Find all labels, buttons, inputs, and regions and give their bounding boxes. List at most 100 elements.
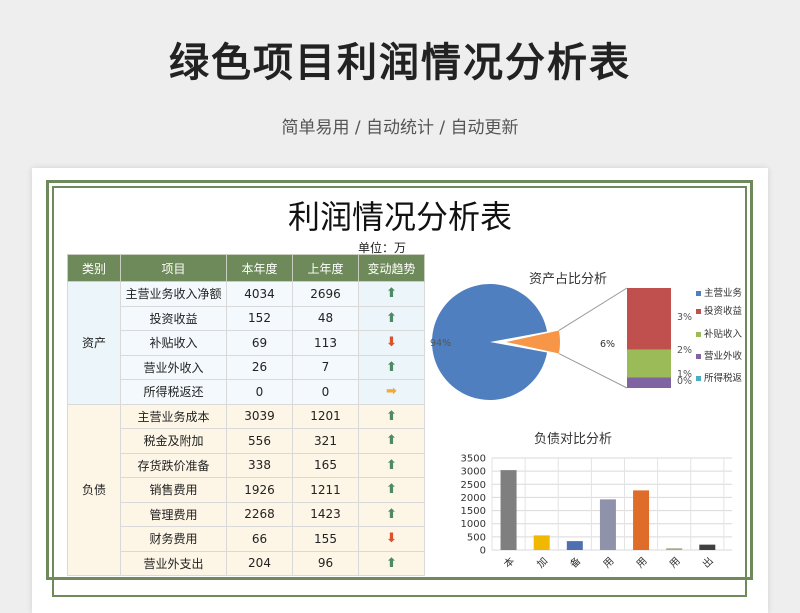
x-tick-label: 用 <box>602 556 617 571</box>
secondary-slice-label: 3% <box>677 312 692 323</box>
legend-swatch <box>696 332 701 337</box>
secondary-bar-segment <box>627 349 671 378</box>
trend-up-arrow-icon: ⬆ <box>386 359 397 375</box>
bar-chart-title: 负债对比分析 <box>534 432 613 447</box>
y-tick-label: 3500 <box>461 454 486 465</box>
pie-other-label: 6% <box>600 339 615 350</box>
previous-value-cell: 1423 <box>292 501 359 527</box>
table-row: 资产 主营业务收入净额 4034 2696 ⬆ <box>67 281 425 405</box>
table-row: 营业外收入 26 7 ⬆ <box>68 354 425 380</box>
previous-value-cell: 321 <box>292 428 359 454</box>
x-tick-label: 用 <box>668 556 683 571</box>
table-row: 财务费用 66 155 ⬇ <box>68 526 425 552</box>
table-row: 管理费用 2268 1423 ⬆ <box>68 501 425 527</box>
debt-bar-chart: 0500100015002000250030003500本加备用用用出用 <box>461 454 732 571</box>
legend-item: 投资收益 <box>704 305 742 317</box>
y-tick-label: 3000 <box>461 467 486 478</box>
y-tick-label: 1000 <box>461 519 486 530</box>
table-row: 营业外支出 204 96 ⬆ <box>68 550 425 576</box>
trend-up-arrow-icon: ⬆ <box>386 408 397 424</box>
column-header: 变动趋势 <box>358 254 425 282</box>
sheet-title: 利润情况分析表 <box>287 198 512 236</box>
current-value-cell: 69 <box>226 330 293 356</box>
previous-value-cell: 0 <box>292 379 359 405</box>
y-tick-label: 500 <box>467 532 486 543</box>
previous-value-cell: 96 <box>292 550 359 576</box>
column-header: 本年度 <box>226 254 293 282</box>
previous-value-cell: 1211 <box>292 477 359 503</box>
table-row: 税金及附加 556 321 ⬆ <box>68 428 425 454</box>
previous-value-cell: 165 <box>292 452 359 478</box>
secondary-bar-segment <box>627 377 671 388</box>
connector-line <box>558 353 628 389</box>
current-value-cell: 204 <box>226 550 293 576</box>
bar <box>699 544 716 550</box>
y-tick-label: 2000 <box>461 493 486 504</box>
secondary-slice-label: 0% <box>677 376 692 387</box>
asset-pie-chart: 94%6%3%2%1%0%主营业务收入净额投资收益补贴收入营业外收入所得税返还 <box>430 284 742 400</box>
secondary-slice-label: 2% <box>677 345 692 356</box>
trend-up-arrow-icon: ⬆ <box>386 482 397 498</box>
legend-item: 主营业务收入净额 <box>704 287 742 299</box>
legend-swatch <box>696 376 701 381</box>
current-value-cell: 556 <box>226 428 293 454</box>
bar <box>599 499 616 550</box>
legend-swatch <box>696 291 701 296</box>
item-cell: 主营业务收入净额 <box>120 281 227 307</box>
trend-cell: ⬆ <box>358 281 425 307</box>
previous-value-cell: 7 <box>292 354 359 380</box>
legend-item: 所得税返还 <box>704 372 742 384</box>
page-subtitle: 简单易用 / 自动统计 / 自动更新 <box>281 118 519 138</box>
current-value-cell: 66 <box>226 526 293 552</box>
column-header: 类别 <box>67 254 121 282</box>
item-cell: 投资收益 <box>120 305 227 331</box>
current-value-cell: 152 <box>226 305 293 331</box>
x-tick-label: 本 <box>501 554 517 570</box>
current-value-cell: 338 <box>226 452 293 478</box>
trend-cell: ➡ <box>358 379 425 405</box>
item-cell: 管理费用 <box>120 501 227 527</box>
column-header: 项目 <box>120 254 227 282</box>
bar <box>666 548 683 550</box>
table-row: 负债 主营业务成本 3039 1201 ⬆ <box>67 403 425 576</box>
category-cell: 资产 <box>67 281 121 405</box>
legend-swatch <box>696 354 701 359</box>
item-cell: 税金及附加 <box>120 428 227 454</box>
y-tick-label: 2500 <box>461 480 486 491</box>
trend-cell: ⬆ <box>358 403 425 429</box>
previous-value-cell: 155 <box>292 526 359 552</box>
item-cell: 销售费用 <box>120 477 227 503</box>
pie-main-label: 94% <box>430 338 451 349</box>
item-cell: 存货跌价准备 <box>120 452 227 478</box>
previous-value-cell: 113 <box>292 330 359 356</box>
page-title: 绿色项目利润情况分析表 <box>169 40 631 86</box>
bar <box>566 541 583 550</box>
trend-up-arrow-icon: ⬆ <box>386 555 397 571</box>
connector-line <box>558 287 628 331</box>
secondary-bar-segment <box>627 288 671 350</box>
current-value-cell: 1926 <box>226 477 293 503</box>
spreadsheet-preview: 利润情况分析表 单位：万 类别 项目 本年度 上年度 变动趋势 资产 主营业务收入… <box>32 168 768 613</box>
x-tick-label: 加 <box>535 555 551 571</box>
profit-table: 类别 项目 本年度 上年度 变动趋势 资产 主营业务收入净额 4034 2696 ⬆ 投资… <box>67 254 425 576</box>
x-tick-label: 出 <box>700 554 716 570</box>
y-tick-label: 1500 <box>461 506 486 517</box>
trend-cell: ⬇ <box>358 330 425 356</box>
previous-value-cell: 2696 <box>292 281 359 307</box>
table-row: 所得税返还 0 0 ➡ <box>68 379 425 405</box>
trend-cell: ⬆ <box>358 354 425 380</box>
table-row: 投资收益 152 48 ⬆ <box>68 305 425 331</box>
table-row: 补贴收入 69 113 ⬇ <box>68 330 425 356</box>
trend-down-arrow-icon: ⬇ <box>386 531 397 547</box>
item-cell: 所得税返还 <box>120 379 227 405</box>
legend-item: 营业外收入 <box>704 350 742 362</box>
trend-up-arrow-icon: ⬆ <box>386 433 397 449</box>
current-value-cell: 4034 <box>226 281 293 307</box>
trend-up-arrow-icon: ⬆ <box>386 310 397 326</box>
current-value-cell: 3039 <box>226 403 293 429</box>
current-value-cell: 0 <box>226 379 293 405</box>
table-row: 销售费用 1926 1211 ⬆ <box>68 477 425 503</box>
trend-flat-arrow-icon: ➡ <box>386 384 397 400</box>
bar <box>533 535 550 550</box>
legend-item: 补贴收入 <box>704 328 742 340</box>
